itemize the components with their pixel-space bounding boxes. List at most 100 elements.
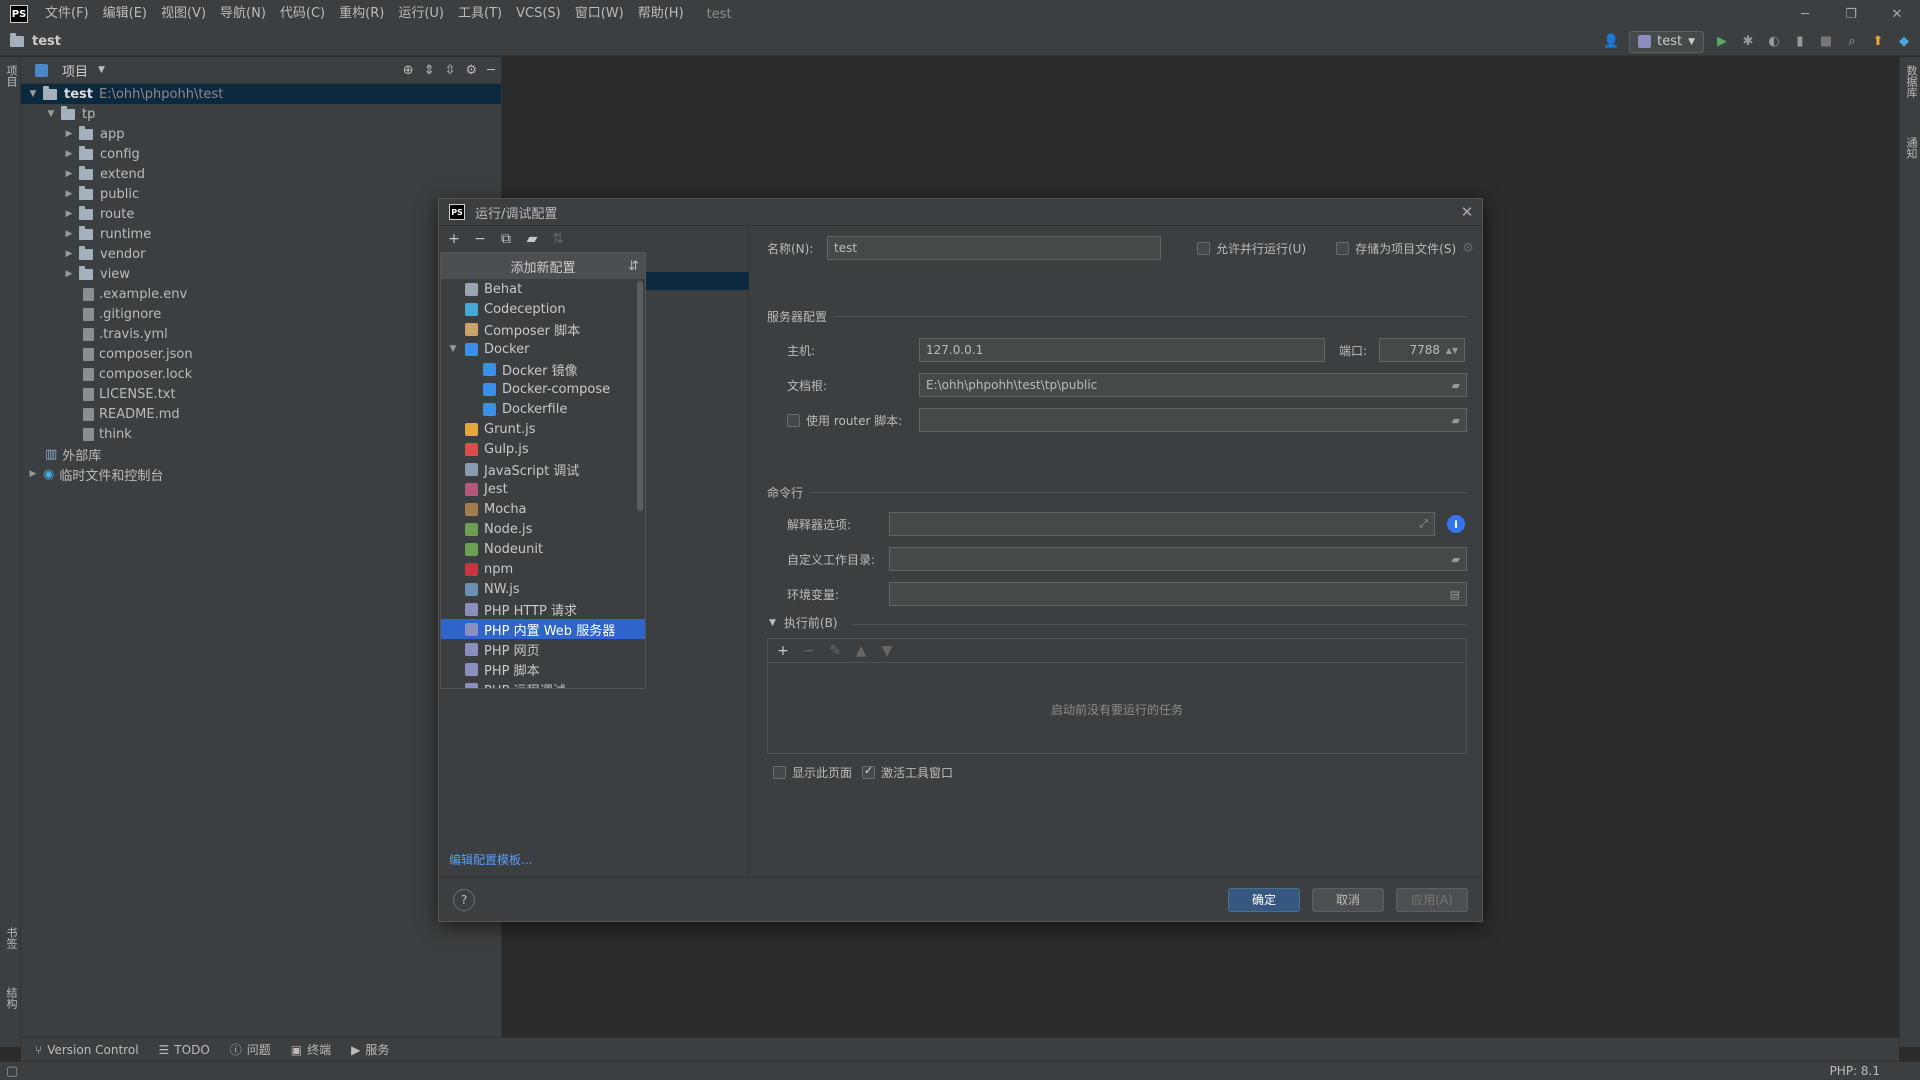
config-type-item[interactable]: NW.js (441, 579, 645, 599)
config-type-item[interactable]: PHP 内置 Web 服务器 (441, 619, 645, 639)
selected-config-row[interactable] (645, 272, 749, 290)
chevron-right-icon[interactable]: ▶ (63, 229, 75, 239)
browse-folder-icon[interactable]: ▰ (1452, 379, 1460, 392)
tree-folder[interactable]: ▶ extend (21, 164, 501, 184)
run-icon[interactable]: ▶ (1714, 34, 1730, 50)
config-type-item[interactable]: Behat (441, 279, 645, 299)
problems-tab[interactable]: ⓘ 问题 (230, 1041, 271, 1058)
move-down-icon[interactable]: ▼ (880, 643, 894, 659)
close-window-icon[interactable]: ✕ (1874, 0, 1920, 28)
config-type-item[interactable]: Composer 脚本 (441, 319, 645, 339)
menu-item[interactable]: VCS(S) (509, 0, 568, 28)
add-icon[interactable]: + (776, 643, 790, 659)
menu-item[interactable]: 运行(U) (391, 0, 451, 28)
config-type-item[interactable]: Jest (441, 479, 645, 499)
chevron-down-icon[interactable]: ▼ (447, 344, 459, 354)
coverage-icon[interactable]: ◐ (1766, 34, 1782, 50)
activate-tool-checkbox[interactable] (862, 764, 876, 779)
user-icon[interactable]: 👤 (1603, 34, 1619, 50)
tree-external-libs[interactable]: ▥ 外部库 (21, 444, 501, 464)
chevron-right-icon[interactable]: ▶ (63, 169, 75, 179)
search-icon[interactable]: ⌕ (1844, 34, 1860, 50)
tree-root[interactable]: ▼ test E:\ohh\phpohh\test (21, 84, 501, 104)
tree-folder[interactable]: ▶ app (21, 124, 501, 144)
cancel-button[interactable]: 取消 (1312, 887, 1384, 912)
popup-scrollbar[interactable] (637, 281, 643, 511)
remove-icon[interactable]: − (802, 643, 816, 659)
browse-folder-icon[interactable]: ▰ (1452, 414, 1460, 427)
services-tab[interactable]: ▶ 服务 (351, 1041, 389, 1058)
config-type-item[interactable]: PHP 远程调试 (441, 679, 645, 688)
debug-icon[interactable]: ✱ (1740, 34, 1756, 50)
tree-folder-tp[interactable]: ▼ tp (21, 104, 501, 124)
tree-folder[interactable]: ▶ runtime (21, 224, 501, 244)
move-up-icon[interactable]: ▲ (854, 643, 868, 659)
remove-icon[interactable]: − (473, 231, 487, 247)
terminal-tab[interactable]: ▣ 终端 (291, 1041, 331, 1058)
menu-item[interactable]: 窗口(W) (568, 0, 631, 28)
tree-file[interactable]: LICENSE.txt (21, 384, 501, 404)
add-icon[interactable]: + (447, 231, 461, 247)
jetbrains-icon[interactable]: ◆ (1896, 34, 1912, 50)
config-type-item[interactable]: Nodeunit (441, 539, 645, 559)
config-type-item[interactable]: Docker-compose (441, 379, 645, 399)
config-type-item[interactable]: Grunt.js (441, 419, 645, 439)
expand-icon[interactable]: ⤢ (1419, 517, 1428, 531)
interpreter-options-input[interactable]: ⤢ (889, 512, 1435, 536)
tree-file[interactable]: .gitignore (21, 304, 501, 324)
edit-icon[interactable]: ✎ (828, 643, 842, 659)
tree-file[interactable]: think (21, 424, 501, 444)
sort-icon[interactable]: ⇵ (628, 259, 639, 274)
project-panel-title[interactable]: 项目 (62, 61, 88, 80)
help-icon[interactable]: ? (453, 888, 475, 911)
chevron-down-icon[interactable]: ▼ (769, 618, 776, 628)
version-control-tab[interactable]: ⑂ Version Control (35, 1043, 139, 1057)
menu-item[interactable]: 文件(F) (38, 0, 96, 28)
sort-icon[interactable]: ⇅ (551, 231, 565, 247)
tree-file[interactable]: .example.env (21, 284, 501, 304)
chevron-right-icon[interactable]: ▶ (63, 269, 75, 279)
config-type-item[interactable]: Dockerfile (441, 399, 645, 419)
name-input[interactable]: test (827, 236, 1161, 260)
config-type-item[interactable]: PHP 脚本 (441, 659, 645, 679)
copy-icon[interactable]: ⧉ (499, 231, 513, 247)
collapse-all-icon[interactable]: ⇳ (445, 63, 456, 78)
edit-templates-link[interactable]: 编辑配置模板... (449, 851, 532, 868)
locate-icon[interactable]: ⊕ (403, 63, 414, 78)
database-tool-tab[interactable]: 数据库 (1903, 65, 1919, 98)
allow-parallel-checkbox[interactable] (1197, 241, 1210, 255)
spinner-icon[interactable]: ▲▼ (1446, 346, 1458, 355)
browse-folder-icon[interactable]: ▰ (1452, 553, 1460, 566)
menu-item[interactable]: 代码(C) (273, 0, 332, 28)
gear-icon[interactable]: ⚙ (1462, 241, 1474, 256)
chevron-down-icon[interactable]: ▼ (45, 109, 57, 119)
structure-tool-tab[interactable]: 结构 (3, 987, 19, 1009)
host-input[interactable]: 127.0.0.1 (919, 338, 1325, 362)
menu-item[interactable]: 编辑(E) (96, 0, 154, 28)
config-type-item[interactable]: Node.js (441, 519, 645, 539)
before-launch-title[interactable]: 执行前(B) (784, 614, 838, 631)
restore-icon[interactable]: ❐ (1828, 0, 1874, 28)
router-script-input[interactable]: ▰ (919, 408, 1467, 432)
chevron-right-icon[interactable]: ▶ (63, 129, 75, 139)
folder-add-icon[interactable]: ▰ (525, 231, 539, 247)
chevron-right-icon[interactable]: ▶ (63, 189, 75, 199)
stop-icon[interactable]: ■ (1818, 34, 1834, 50)
notifications-tool-tab[interactable]: 通知 (1903, 137, 1919, 159)
tree-folder[interactable]: ▶ config (21, 144, 501, 164)
tree-folder[interactable]: ▶ public (21, 184, 501, 204)
config-type-item[interactable]: npm (441, 559, 645, 579)
workdir-input[interactable]: ▰ (889, 547, 1467, 571)
php-version[interactable]: PHP: 8.1 (1830, 1064, 1920, 1078)
bookmarks-tool-tab[interactable]: 书签 (3, 927, 19, 949)
update-icon[interactable]: ⬆ (1870, 34, 1886, 50)
tree-file[interactable]: composer.json (21, 344, 501, 364)
config-type-item[interactable]: JavaScript 调试 (441, 459, 645, 479)
todo-tab[interactable]: ☰ TODO (159, 1043, 210, 1057)
project-tool-tab[interactable]: 项目 (3, 65, 19, 87)
config-type-item[interactable]: Docker 镜像 (441, 359, 645, 379)
menu-item[interactable]: 工具(T) (451, 0, 509, 28)
toggle-panels-icon[interactable]: ▢ (6, 1064, 18, 1079)
tree-folder[interactable]: ▶ vendor (21, 244, 501, 264)
router-script-checkbox[interactable] (787, 413, 800, 427)
